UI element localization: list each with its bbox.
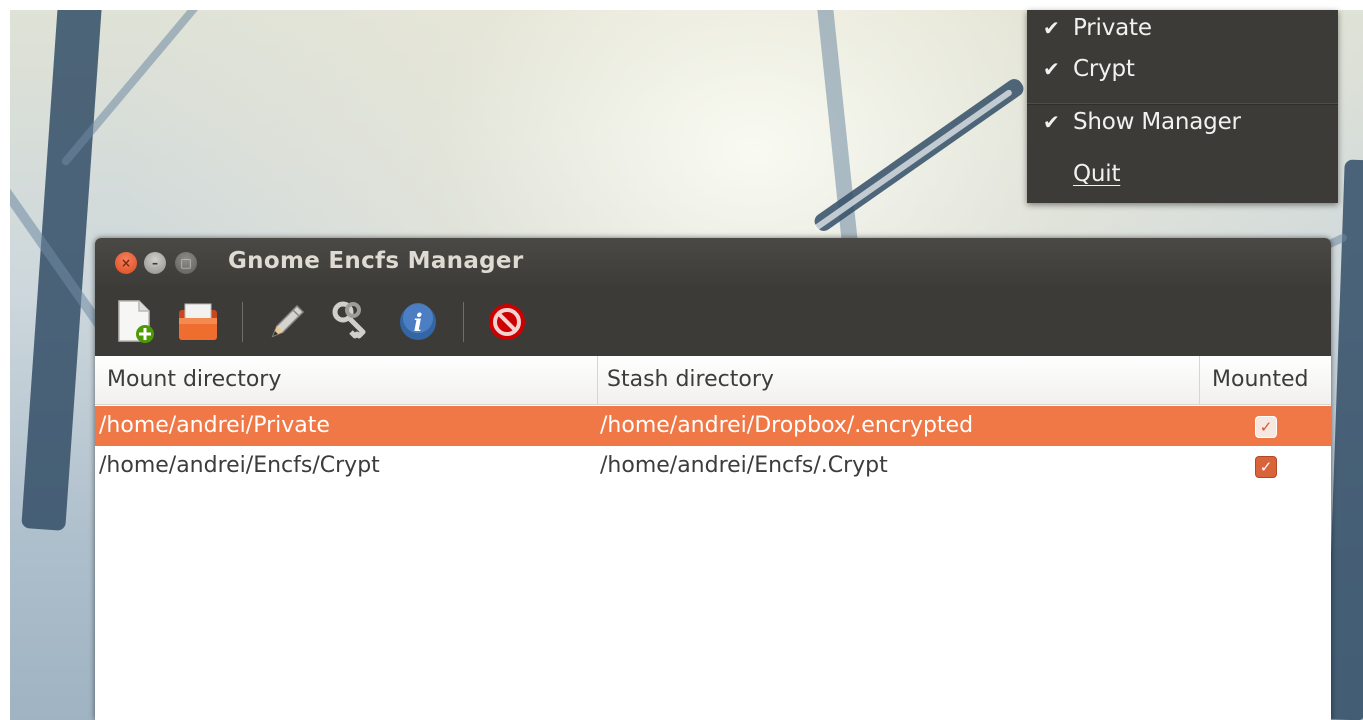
column-divider [1199,356,1200,404]
toolbar: i [95,286,1331,356]
mount-directory-cell: /home/andrei/Encfs/Crypt [99,453,380,478]
list-header: Mount directory Stash directory Mounted [95,356,1331,405]
edit-icon[interactable] [263,298,309,344]
tray-menu: ✔ Private ✔ Crypt ✔ Show Manager Quit [1027,10,1338,203]
keys-icon[interactable] [327,298,373,344]
encfs-manager-window: × – □ Gnome Encfs Manager i Mount direct… [95,238,1331,720]
import-stash-icon[interactable] [175,298,221,344]
list-empty-area[interactable] [95,486,1331,720]
mounted-checkbox[interactable]: ✓ [1255,416,1277,438]
menu-item-label: Quit [1073,161,1121,187]
menu-item-label: Crypt [1073,56,1135,82]
table-row[interactable]: /home/andrei/Encfs/Crypt /home/andrei/En… [95,446,1331,486]
check-icon: ✔ [1043,57,1060,81]
svg-text:i: i [413,308,422,337]
stop-icon[interactable] [484,298,530,344]
toolbar-separator [242,302,243,342]
table-row[interactable]: /home/andrei/Private /home/andrei/Dropbo… [95,406,1331,446]
column-divider [597,356,598,404]
stash-directory-cell: /home/andrei/Encfs/.Crypt [600,453,888,478]
window-title: Gnome Encfs Manager [228,248,524,274]
window-titlebar[interactable]: × – □ Gnome Encfs Manager [95,238,1331,286]
close-button[interactable]: × [115,252,137,274]
column-header-stash-directory[interactable]: Stash directory [607,356,774,404]
menu-item-label: Show Manager [1073,109,1241,135]
new-stash-icon[interactable] [112,298,158,344]
stash-directory-cell: /home/andrei/Dropbox/.encrypted [600,413,974,438]
menu-item-show-manager[interactable]: ✔ Show Manager [1027,104,1338,140]
mount-directory-cell: /home/andrei/Private [99,413,330,438]
column-header-mounted[interactable]: Mounted [1212,356,1308,404]
menu-item-crypt[interactable]: ✔ Crypt [1027,51,1338,87]
menu-item-private[interactable]: ✔ Private [1027,10,1338,46]
info-icon[interactable]: i [395,298,441,344]
menu-item-quit[interactable]: Quit [1027,156,1338,192]
check-icon: ✔ [1043,110,1060,134]
minimize-button[interactable]: – [144,252,166,274]
mounted-checkbox[interactable]: ✓ [1255,456,1277,478]
toolbar-separator [463,302,464,342]
maximize-button[interactable]: □ [175,252,197,274]
check-icon: ✔ [1043,16,1060,40]
menu-item-label: Private [1073,15,1152,41]
column-header-mount-directory[interactable]: Mount directory [107,356,281,404]
